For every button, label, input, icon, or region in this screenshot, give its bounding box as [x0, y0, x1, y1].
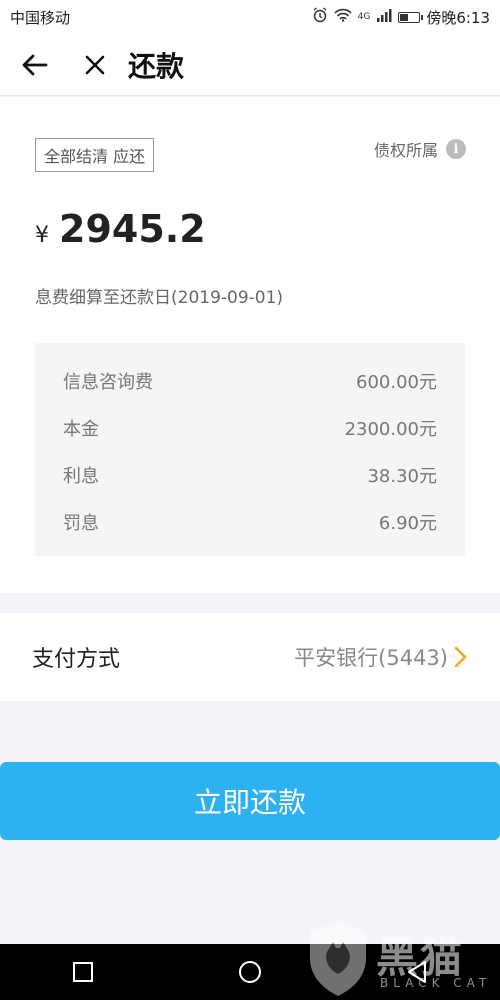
currency-symbol: ¥ [35, 223, 49, 248]
wifi-icon [334, 8, 352, 26]
page-title: 还款 [128, 49, 185, 83]
status-bar: 中国移动 4G 傍晚6:13 [0, 0, 500, 34]
triangle-back-icon [407, 961, 426, 983]
circle-icon [238, 961, 261, 983]
fee-row-interest: 利息 38.30元 [63, 451, 437, 498]
nav-back-button[interactable] [397, 952, 437, 992]
fee-value: 600.00元 [356, 371, 437, 393]
close-button[interactable] [78, 48, 112, 82]
repayment-card: 全部结清 应还 债权所属 i ¥ 2945.2 息费细算至还款日(2019-09… [0, 97, 500, 593]
payment-method-row[interactable]: 支付方式 平安银行(5443) [0, 613, 500, 701]
amount-row: ¥ 2945.2 [35, 207, 206, 251]
clock-label: 傍晚6:13 [426, 8, 490, 27]
fee-value: 2300.00元 [344, 418, 437, 440]
home-button[interactable] [230, 952, 270, 992]
alarm-icon [312, 7, 328, 27]
fee-label: 信息咨询费 [63, 371, 153, 393]
full-settlement-tag[interactable]: 全部结清 应还 [35, 138, 155, 172]
square-icon [73, 962, 94, 982]
fee-breakdown: 信息咨询费 600.00元 本金 2300.00元 利息 38.30元 罚息 6… [35, 343, 465, 556]
info-icon[interactable]: i [446, 139, 466, 159]
system-nav-bar [0, 944, 500, 1000]
close-icon [85, 55, 105, 74]
amount-due: 2945.2 [59, 207, 206, 251]
creditor-label: 债权所属 [373, 141, 438, 160]
fee-row-consulting: 信息咨询费 600.00元 [63, 357, 437, 404]
creditor-info-button[interactable]: 债权所属 i [374, 137, 466, 161]
fee-value: 38.30元 [367, 465, 437, 487]
carrier-label: 中国移动 [10, 8, 71, 27]
fee-row-principal: 本金 2300.00元 [63, 404, 437, 451]
network-type-label: 4G [357, 12, 371, 22]
signal-icon [376, 8, 392, 26]
arrow-left-icon [22, 54, 48, 75]
fee-row-penalty: 罚息 6.90元 [63, 498, 437, 545]
payment-method-label: 支付方式 [32, 647, 121, 672]
fee-label: 本金 [63, 418, 99, 440]
recent-apps-button[interactable] [63, 952, 103, 992]
fee-label: 罚息 [63, 512, 99, 534]
back-button[interactable] [18, 48, 52, 82]
title-bar: 还款 [0, 34, 500, 96]
status-icons: 4G 傍晚6:13 [312, 7, 490, 28]
chevron-right-icon [454, 646, 467, 668]
fee-label: 利息 [63, 465, 99, 487]
battery-icon [398, 11, 424, 23]
pay-now-button[interactable]: 立即还款 [0, 762, 500, 840]
payment-method-value: 平安银行(5443) [294, 642, 468, 672]
interest-note: 息费细算至还款日(2019-09-01) [35, 288, 284, 308]
fee-value: 6.90元 [378, 512, 437, 534]
bank-account-label: 平安银行(5443) [294, 646, 448, 670]
battery-fill [400, 13, 409, 21]
